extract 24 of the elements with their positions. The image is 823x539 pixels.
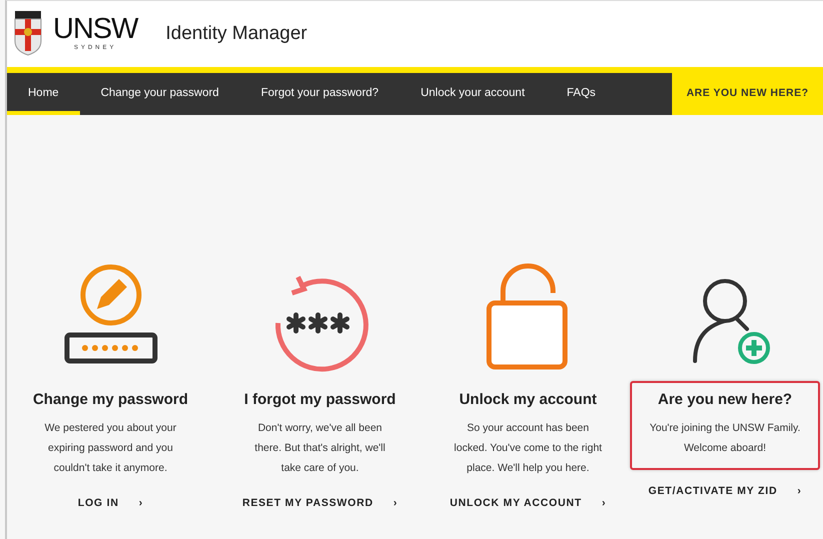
action-link[interactable]: UNLOCK MY ACCOUNT: [450, 496, 582, 512]
nav-tab[interactable]: Forgot your password?: [240, 73, 400, 115]
nav-tab[interactable]: Change your password: [80, 73, 240, 115]
action-link[interactable]: GET/ACTIVATE MY ZID: [648, 484, 778, 500]
nav-tab[interactable]: Unlock your account: [400, 73, 546, 115]
logo-wordmark: UNSW: [53, 15, 138, 44]
card-title: I forgot my password: [244, 390, 396, 410]
card-description: Don't worry, we've all been there. But that's alright, we'll take care of you.: [254, 420, 386, 476]
card-title: Unlock my account: [459, 390, 597, 410]
chevron-icon[interactable]: ›: [393, 496, 398, 512]
chevron-icon[interactable]: ›: [138, 496, 144, 512]
new-here-button[interactable]: ARE YOU NEW HERE?: [672, 73, 823, 115]
app-title: Identity Manager: [166, 22, 308, 46]
card-title: Change my password: [32, 390, 188, 410]
card-description: We pestered you about your expiring password and you couldn't take it anymore.: [44, 420, 178, 476]
card-description: So your account has been locked. You've come to the right place. We'll help you here.: [453, 420, 603, 476]
action-link[interactable]: RESET MY PASSWORD: [242, 496, 374, 512]
nav-tab[interactable]: Home: [7, 73, 80, 115]
nav-tab[interactable]: FAQs: [546, 73, 617, 115]
card-description: You're joining the UNSW Family. Welcome aboard!: [648, 420, 802, 456]
card-title: Are you new here?: [658, 390, 792, 410]
chevron-icon[interactable]: ›: [797, 484, 802, 500]
chevron-icon[interactable]: ›: [602, 496, 606, 512]
action-link[interactable]: LOG IN: [78, 496, 119, 512]
